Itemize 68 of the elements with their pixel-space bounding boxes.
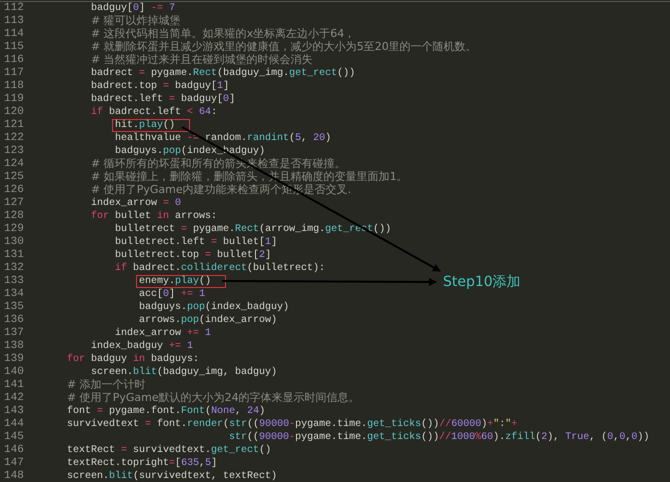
code-line: badguy[0] -= 7 — [91, 2, 176, 15]
line-number: 141 — [3, 379, 25, 392]
line-number: 142 — [3, 392, 25, 405]
line-number: 122 — [3, 132, 25, 145]
line-number: 124 — [3, 158, 25, 171]
line-number: 147 — [3, 457, 25, 470]
code-line: index_arrow = 0 — [91, 197, 182, 210]
code-line: index_badguy += 1 — [91, 340, 194, 353]
code-line: bulletrect.top = bullet[2] — [115, 249, 272, 262]
code-line: badguys.pop(index_badguy) — [139, 301, 290, 314]
line-number: 138 — [3, 340, 25, 353]
code-line: for bullet in arrows: — [91, 210, 218, 223]
line-number: 137 — [3, 327, 25, 340]
line-number: 115 — [3, 41, 25, 54]
code-line: textRect.topright=[635,5] — [67, 457, 218, 470]
code-line: badguys.pop(index_badguy) — [115, 145, 266, 158]
code-line: index_arrow += 1 — [115, 327, 212, 340]
code-line: arrows.pop(index_arrow) — [139, 314, 278, 327]
code-line: badrect.top = badguy[1] — [91, 80, 230, 93]
line-number: 143 — [3, 405, 25, 418]
line-number: 144 — [3, 418, 25, 431]
line-number: 113 — [3, 15, 25, 28]
line-number: 119 — [3, 93, 25, 106]
line-number: 132 — [3, 262, 25, 275]
code-line: survivedtext = font.render(str((90000-pygame.time.get_ticks())//60000)+":"+ — [67, 418, 518, 431]
annotation-label: Step10添加 — [443, 273, 521, 291]
line-number: 114 — [3, 28, 25, 41]
code-comment: # 使用了PyGame默认的大小为24的字体来显示时间信息。 — [67, 391, 360, 406]
line-number: 121 — [3, 119, 25, 132]
line-number: 145 — [3, 431, 25, 444]
code-line: textRect = survivedtext.get_rect() — [67, 444, 272, 457]
code-line: for badguy in badguys: — [67, 353, 200, 366]
code-line: bulletrect.left = bullet[1] — [115, 236, 278, 249]
line-number: 126 — [3, 184, 25, 197]
line-number: 125 — [3, 171, 25, 184]
code-line: str((90000-pygame.time.get_ticks())//1000%60).zfill(2), True, (0,0,0)) — [229, 431, 650, 444]
code-comment: # 獾可以炸掉城堡 — [91, 14, 181, 28]
line-number: 112 — [3, 2, 25, 15]
line-number: 135 — [3, 301, 25, 314]
line-number: 139 — [3, 353, 25, 366]
line-number: 130 — [3, 236, 25, 249]
code-line: screen.blit(badguy_img, badguy) — [91, 366, 278, 379]
code-comment: # 当然獾冲过来并且在碰到城堡的时候会消失 — [91, 53, 313, 68]
code-line: if badrect.left < 64: — [91, 106, 218, 119]
line-number: 118 — [3, 80, 25, 93]
line-number: 116 — [3, 54, 25, 67]
code-line: acc[0] += 1 — [139, 288, 206, 301]
code-line: font = pygame.font.Font(None, 24) — [67, 405, 266, 418]
line-number: 131 — [3, 249, 25, 262]
line-number: 127 — [3, 197, 25, 210]
code-comment: # 就删除坏蛋并且减少游戏里的健康值，减少的大小为5至20里的一个随机数。 — [91, 40, 477, 54]
code-comment: # 这段代码相当简单。如果獾的x坐标离左边小于64， — [91, 27, 356, 40]
line-number: 123 — [3, 145, 25, 158]
line-number: 128 — [3, 210, 25, 223]
line-number: 117 — [3, 67, 25, 80]
line-number: 129 — [3, 223, 25, 236]
line-number: 136 — [3, 314, 25, 327]
code-line: badrect.left = badguy[0] — [91, 93, 236, 106]
line-number: 134 — [3, 288, 25, 301]
line-number: 120 — [3, 106, 25, 119]
code-line: screen.blit(survivedtext, textRect) — [67, 470, 278, 482]
code-line: if badrect.colliderect(bulletrect): — [115, 262, 326, 275]
line-number: 148 — [3, 470, 25, 482]
code-line: badrect = pygame.Rect(badguy_img.get_rect()) — [91, 67, 356, 80]
code-comment: # 添加一个计时 — [67, 378, 146, 392]
line-number: 140 — [3, 366, 25, 379]
line-number: 133 — [3, 275, 25, 288]
line-number: 146 — [3, 444, 25, 457]
